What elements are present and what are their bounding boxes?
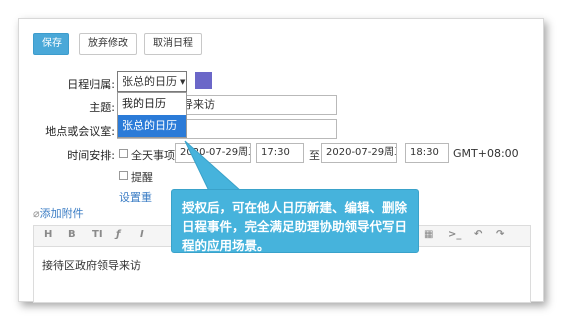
location-label: 地点或会议室:: [45, 125, 115, 138]
calendar-option-zhang[interactable]: 张总的日历: [118, 115, 186, 137]
to-label: 至: [309, 149, 320, 162]
discard-changes-button[interactable]: 放弃修改: [79, 33, 137, 55]
settings-link[interactable]: 设置重: [119, 189, 152, 205]
subject-label: 主题:: [89, 101, 115, 114]
font-family-icon[interactable]: ƒ: [116, 229, 120, 240]
code-icon[interactable]: >_: [448, 229, 461, 240]
bold-icon[interactable]: B: [68, 229, 76, 240]
event-editor-window: 保存 放弃修改 取消日程 日程归属: 张总的日历 ▼ 主题: 导来访 地点或会议室…: [18, 18, 544, 303]
start-time-value: 17:30: [261, 147, 290, 158]
cancel-event-button[interactable]: 取消日程: [144, 33, 202, 55]
all-day-checkbox[interactable]: [119, 149, 128, 158]
reminder-checkbox[interactable]: [119, 171, 128, 180]
redo-icon[interactable]: ↷: [496, 229, 504, 240]
undo-icon[interactable]: ↶: [474, 229, 482, 240]
heading-icon[interactable]: H: [44, 229, 52, 240]
end-time-input[interactable]: 18:30: [405, 143, 449, 163]
add-attachment-link[interactable]: ⌀添加附件: [33, 205, 84, 221]
calendar-owner-select[interactable]: 张总的日历 ▼: [117, 71, 187, 92]
calendar-option-mine[interactable]: 我的日历: [118, 93, 186, 115]
tooltip-callout: 授权后，可在他人日历新建、编辑、删除日程事件，完全满足助理协助领导代写日程的应用…: [171, 189, 419, 253]
time-label: 时间安排:: [67, 149, 115, 162]
reminder-label: 提醒: [131, 171, 153, 184]
editor-body[interactable]: 接待区政府领导来访: [33, 247, 531, 303]
calendar-owner-value: 张总的日历: [122, 75, 177, 88]
paperclip-icon: ⌀: [33, 207, 40, 220]
end-date-input[interactable]: 2020-07-29周三: [321, 143, 397, 163]
font-size-icon[interactable]: TI: [92, 229, 103, 240]
calendar-color-swatch[interactable]: [195, 72, 212, 89]
timezone-label: GMT+08:00: [453, 147, 519, 160]
save-button[interactable]: 保存: [33, 33, 69, 55]
editor-content: 接待区政府领导来访: [42, 259, 141, 272]
all-day-label: 全天事项: [131, 149, 175, 162]
callout-text: 授权后，可在他人日历新建、编辑、删除日程事件，完全满足助理协助领导代写日程的应用…: [182, 200, 408, 253]
callout-pointer: [184, 140, 243, 192]
start-time-input[interactable]: 17:30: [256, 143, 304, 163]
table-icon[interactable]: ▦: [424, 229, 433, 240]
add-attachment-label: 添加附件: [39, 207, 84, 220]
calendar-owner-dropdown: 我的日历 张总的日历: [117, 92, 187, 138]
caret-down-icon: ▼: [180, 78, 186, 86]
calendar-owner-label: 日程归属:: [67, 78, 115, 91]
end-time-value: 18:30: [410, 147, 439, 158]
italic-icon[interactable]: I: [140, 229, 144, 240]
end-date-value: 2020-07-29周三: [326, 147, 397, 158]
